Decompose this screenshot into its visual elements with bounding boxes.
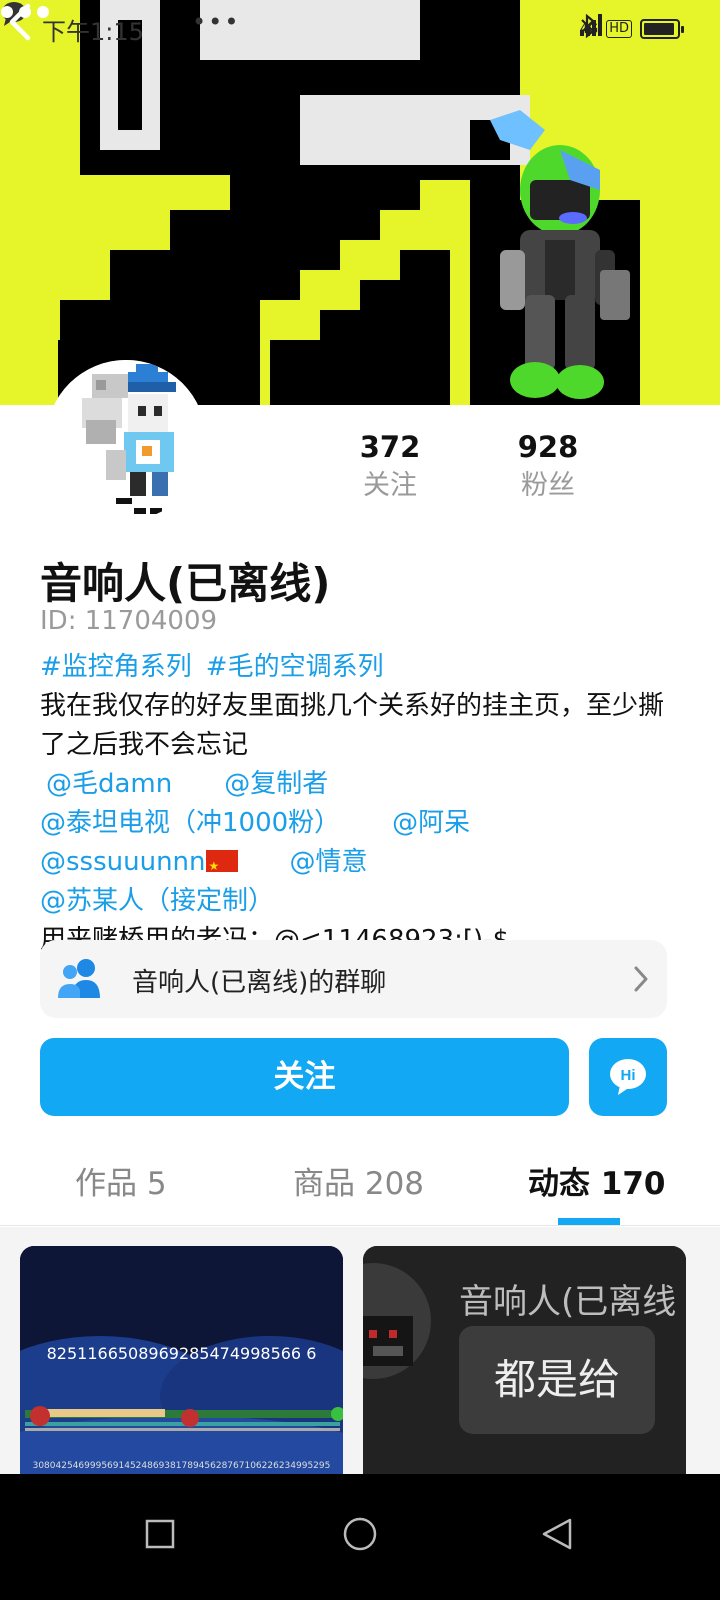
tab-moments[interactable]: 动态 170 bbox=[528, 1158, 666, 1203]
user-id: ID: 11704009 bbox=[40, 606, 218, 636]
status-right: 4G HD bbox=[579, 14, 684, 44]
status-time: 下午1:15 bbox=[42, 18, 144, 46]
status-bar: 下午1:15 ••• 4G HD bbox=[0, 0, 720, 56]
recent-apps-button[interactable] bbox=[130, 1504, 190, 1564]
avatar[interactable] bbox=[46, 360, 206, 520]
mention-link[interactable]: @sssuuunnn bbox=[40, 847, 206, 877]
tag-link[interactable]: #毛的空调系列 bbox=[206, 652, 384, 682]
following-stat[interactable]: 372 关注 bbox=[330, 428, 450, 506]
more-options-button[interactable] bbox=[0, 0, 50, 24]
following-label: 关注 bbox=[363, 470, 417, 501]
bio: #监控角系列 #毛的空调系列 我在我仅存的好友里面挑几个关系好的挂主页，至少撕了之… bbox=[40, 648, 680, 960]
profile-tabs: 作品 5 商品 208 动态 170 bbox=[0, 1146, 720, 1226]
more-notifications-icon: ••• bbox=[192, 8, 241, 36]
system-navigation-bar bbox=[0, 1474, 720, 1600]
chevron-right-icon bbox=[634, 966, 648, 992]
hi-chat-icon: Hi bbox=[610, 1059, 646, 1095]
tag-link[interactable]: #监控角系列 bbox=[40, 652, 192, 682]
tab-works[interactable]: 作品 5 bbox=[75, 1158, 167, 1203]
post-caption: 都是给 bbox=[459, 1326, 655, 1434]
avatar-pixel-character bbox=[46, 360, 206, 520]
follow-button[interactable]: 关注 bbox=[40, 1038, 569, 1116]
tab-goods[interactable]: 商品 208 bbox=[293, 1158, 424, 1203]
active-tab-indicator bbox=[558, 1218, 620, 1225]
following-count: 372 bbox=[359, 430, 421, 464]
home-button[interactable] bbox=[330, 1504, 390, 1564]
tag-list: #监控角系列 #毛的空调系列 bbox=[40, 648, 680, 687]
feed-card[interactable]: 8251166508969285474998566 6 308042546999… bbox=[20, 1246, 343, 1474]
mention-list: @毛damn @复制者 @泰坦电视（冲1000粉） @阿呆 @sssuuunnn @情意 @… bbox=[40, 765, 680, 921]
mention-link[interactable]: @苏某人（接定制） bbox=[40, 886, 274, 916]
fans-label: 粉丝 bbox=[521, 470, 575, 501]
damage-number: 8251166508969285474998566 6 bbox=[46, 1344, 317, 1363]
post-title: 音响人(已离线 bbox=[459, 1282, 677, 1322]
fans-count: 928 bbox=[517, 430, 579, 464]
group-users-icon bbox=[58, 959, 100, 998]
hi-label: Hi bbox=[621, 1067, 636, 1084]
hd-badge: HD bbox=[606, 20, 632, 38]
bio-text: 我在我仅存的好友里面挑几个关系好的挂主页，至少撕了之后我不会忘记 bbox=[40, 691, 665, 760]
signal-icon bbox=[579, 14, 602, 36]
battery-icon bbox=[640, 19, 684, 39]
moments-feed: 8251166508969285474998566 6 308042546999… bbox=[0, 1227, 720, 1474]
group-chat-entry[interactable]: 音响人(已离线)的群聊 bbox=[40, 940, 667, 1018]
feed-card[interactable]: 音响人(已离线 都是给 bbox=[363, 1246, 686, 1474]
profile-banner: 下午1:15 ••• 4G HD bbox=[0, 0, 720, 405]
username: 音响人(已离线) bbox=[40, 559, 331, 608]
system-back-button[interactable] bbox=[528, 1504, 588, 1564]
mention-link[interactable]: @情意 bbox=[290, 847, 368, 877]
mention-link[interactable]: @复制者 bbox=[224, 769, 328, 799]
mention-link[interactable]: @毛damn bbox=[46, 769, 172, 799]
group-chat-label: 音响人(已离线)的群聊 bbox=[132, 968, 387, 998]
small-number-text: 3080425469995691452486938178945628767106… bbox=[32, 1461, 331, 1471]
mention-link[interactable]: @泰坦电视（冲1000粉） bbox=[40, 808, 340, 838]
china-flag-icon bbox=[205, 847, 238, 886]
mention-link[interactable]: @阿呆 bbox=[392, 808, 470, 838]
banner-artwork bbox=[0, 0, 720, 405]
hi-message-button[interactable]: Hi bbox=[589, 1038, 667, 1116]
fans-stat[interactable]: 928 粉丝 bbox=[488, 428, 608, 506]
